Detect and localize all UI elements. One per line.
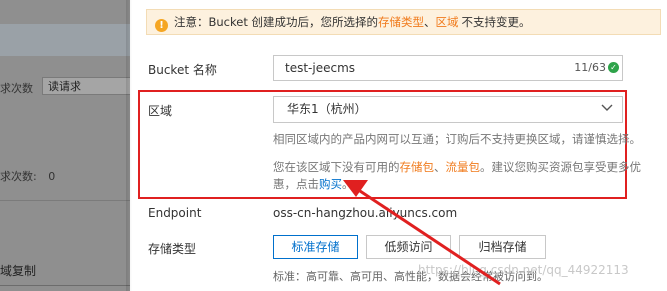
notice-region: 区域 [435, 15, 459, 29]
buy-hint-suffix: 。 [342, 177, 354, 191]
resource-pack-sep: 、 [434, 160, 446, 174]
background-requests-label: 求次数 [0, 82, 33, 95]
storage-option-infrequent[interactable]: 低频访问 [366, 235, 451, 259]
notice-storage-type: 存储类型 [378, 15, 424, 29]
region-select[interactable]: 华东1（杭州） [273, 96, 623, 123]
panel-shadow [126, 0, 132, 291]
region-hint: 相同区域内的产品内网可以互通；订购后不支持更换区域，请谨慎选择。 [273, 132, 641, 146]
watermark: https://blog.csdn.net/qq_44922113 [418, 263, 629, 277]
notice-bar: ! 注意：Bucket 创建成功后，您所选择的存储类型、区域 不支持变更。 [146, 9, 661, 35]
bucket-name-label: Bucket 名称 [148, 63, 217, 77]
storage-pack-link[interactable]: 存储包 [400, 160, 435, 174]
buy-link[interactable]: 购买 [319, 177, 342, 191]
resource-pack-hint: 您在该区域下没有可用的存储包、流量包。建议您购买资源包享受更多优 [273, 159, 641, 176]
storage-type-label: 存储类型 [148, 242, 197, 256]
background-replication-section: 域复制 [0, 264, 37, 278]
bucket-name-input[interactable]: test-jeecms 11/63 ✓ [273, 55, 623, 81]
buy-hint-prefix: 惠，点击 [273, 177, 319, 191]
storage-option-standard[interactable]: 标准存储 [273, 235, 358, 259]
buy-hint: 惠，点击购买。 [273, 176, 354, 193]
chevron-down-icon [601, 104, 613, 111]
background-console: 求次数 读请求 求次数: 0 域复制 [0, 0, 130, 291]
notice-prefix: 注意：Bucket 创建成功后，您所选择的 [174, 15, 378, 29]
region-selected-value: 华东1（杭州） [287, 102, 367, 116]
traffic-pack-link[interactable]: 流量包 [446, 160, 481, 174]
background-header-band [0, 24, 130, 56]
background-divider [0, 200, 130, 201]
resource-pack-hint-suffix: 。建议您购买资源包享受更多优 [480, 160, 641, 174]
warning-icon: ! [155, 19, 168, 32]
background-requests-count: 求次数: 0 [0, 168, 55, 184]
region-label: 区域 [148, 104, 173, 118]
endpoint-value: oss-cn-hangzhou.aliyuncs.com [273, 206, 458, 220]
storage-option-archive[interactable]: 归档存储 [459, 235, 546, 259]
notice-suffix: 不支持变更。 [461, 15, 531, 29]
background-requests-count-value: 0 [48, 170, 56, 183]
check-circle-icon: ✓ [608, 62, 619, 73]
background-divider-bottom [0, 285, 130, 286]
background-requests-count-label: 求次数: [0, 170, 37, 183]
background-requests-select[interactable]: 读请求 [42, 77, 130, 95]
endpoint-label: Endpoint [148, 206, 202, 220]
notice-sep: 、 [424, 15, 436, 29]
resource-pack-hint-prefix: 您在该区域下没有可用的 [273, 160, 400, 174]
bucket-name-count: 11/63 [574, 61, 606, 74]
bucket-name-value: test-jeecms [285, 61, 356, 75]
